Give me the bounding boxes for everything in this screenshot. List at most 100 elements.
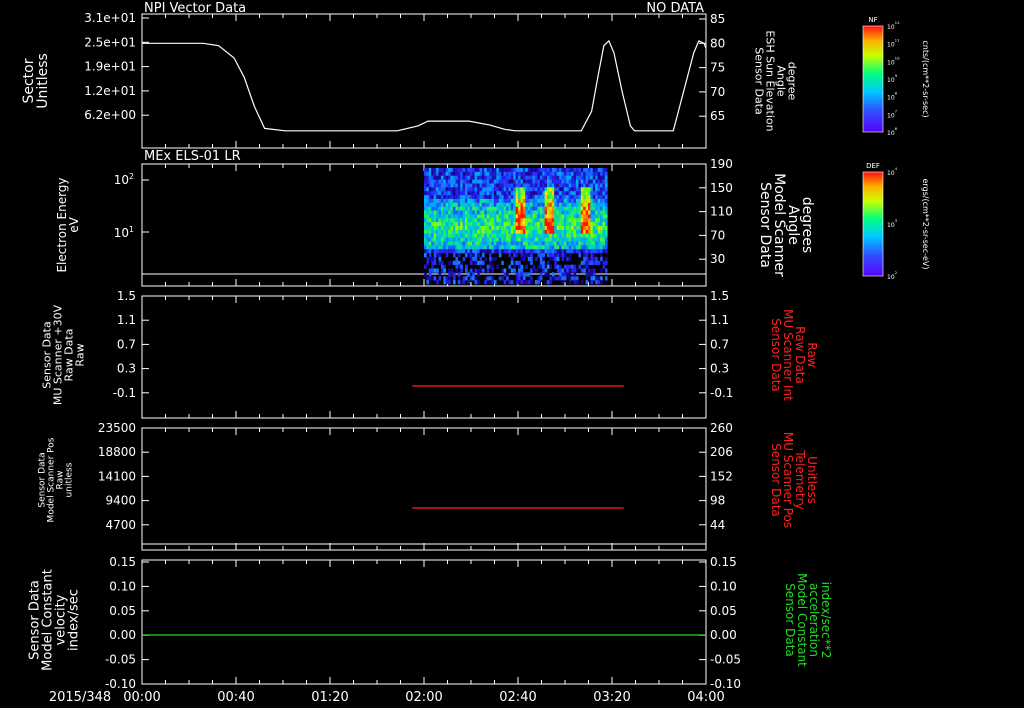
heat-cell bbox=[481, 241, 485, 246]
heat-cell bbox=[597, 175, 601, 180]
heat-cell bbox=[486, 202, 490, 207]
heat-cell bbox=[542, 214, 545, 219]
heat-cell bbox=[549, 233, 553, 238]
heat-cell bbox=[496, 245, 500, 250]
heat-cell bbox=[501, 276, 504, 281]
heat-cell bbox=[583, 218, 586, 223]
heat-cell bbox=[462, 276, 466, 281]
heat-cell bbox=[424, 233, 427, 238]
heat-cell bbox=[486, 198, 490, 204]
heat-cell bbox=[428, 171, 432, 177]
y-tick-label: 3.1e+01 bbox=[84, 11, 136, 25]
heat-cell bbox=[547, 191, 550, 196]
heat-cell bbox=[501, 183, 504, 188]
heat-cell bbox=[424, 272, 427, 277]
heat-cell bbox=[450, 183, 454, 188]
heat-cell bbox=[424, 226, 427, 231]
heat-cell bbox=[573, 280, 577, 285]
heat-cell bbox=[467, 206, 471, 211]
y-tick-label-right: 98 bbox=[710, 494, 725, 508]
heat-cell bbox=[588, 226, 591, 231]
heat-cell bbox=[575, 191, 579, 196]
heat-cell bbox=[520, 253, 524, 258]
heat-cell bbox=[450, 218, 454, 223]
heat-cell bbox=[602, 233, 606, 238]
heat-cell bbox=[585, 179, 589, 184]
heat-cell bbox=[551, 241, 555, 246]
heat-cell bbox=[588, 272, 591, 277]
heat-cell bbox=[515, 171, 519, 177]
heat-cell bbox=[542, 187, 545, 192]
heat-cell bbox=[559, 276, 562, 281]
heat-cell bbox=[549, 179, 553, 184]
heat-cell bbox=[481, 229, 485, 235]
heat-cell bbox=[554, 202, 557, 207]
heat-cell bbox=[522, 280, 526, 285]
heat-cell bbox=[568, 249, 572, 254]
heat-cell bbox=[568, 195, 572, 200]
heat-cell bbox=[568, 226, 572, 231]
heat-cell bbox=[450, 214, 454, 219]
heat-cell bbox=[583, 222, 586, 227]
heat-cell bbox=[506, 198, 509, 204]
heat-cell bbox=[431, 241, 434, 246]
heat-cell bbox=[452, 280, 456, 285]
heat-cell bbox=[532, 179, 536, 184]
heat-cell bbox=[595, 260, 598, 265]
heat-cell bbox=[568, 229, 572, 235]
heat-cell bbox=[438, 218, 442, 223]
heat-cell bbox=[513, 264, 516, 269]
heat-cell bbox=[600, 175, 603, 180]
heat-cell bbox=[588, 268, 591, 273]
heat-cell bbox=[549, 214, 553, 219]
heat-cell bbox=[493, 245, 497, 250]
heat-cell bbox=[431, 191, 434, 196]
heat-cell bbox=[465, 218, 468, 223]
heat-cell bbox=[563, 202, 567, 207]
heat-cell bbox=[474, 280, 478, 285]
heat-cell bbox=[559, 175, 562, 180]
heat-cell bbox=[426, 210, 430, 215]
heat-cell bbox=[438, 187, 442, 192]
heat-cell bbox=[426, 229, 430, 235]
heat-cell bbox=[604, 214, 608, 219]
heat-cell bbox=[467, 214, 471, 219]
heat-cell bbox=[465, 206, 468, 211]
heat-cell bbox=[559, 226, 562, 231]
heat-cell bbox=[571, 168, 574, 173]
heat-cell bbox=[472, 245, 475, 250]
heat-cell bbox=[532, 191, 536, 196]
heat-cell bbox=[592, 272, 596, 277]
heat-cell bbox=[510, 226, 514, 231]
heat-cell bbox=[563, 191, 567, 196]
heat-cell bbox=[527, 191, 531, 196]
heat-cell bbox=[506, 210, 509, 215]
heat-cell bbox=[527, 202, 531, 207]
heat-cell bbox=[493, 256, 497, 262]
heat-cell bbox=[600, 214, 603, 219]
heat-cell bbox=[600, 168, 603, 173]
colorbar-tick-label: 106 bbox=[887, 126, 898, 137]
heat-cell bbox=[522, 253, 526, 258]
heat-cell bbox=[513, 198, 516, 204]
heat-cell bbox=[573, 272, 577, 277]
heat-cell bbox=[508, 218, 512, 223]
heat-cell bbox=[443, 171, 446, 177]
heat-cell bbox=[588, 187, 591, 192]
heat-cell bbox=[457, 168, 461, 173]
heat-cell bbox=[554, 168, 557, 173]
heat-cell bbox=[433, 241, 437, 246]
heat-cell bbox=[527, 280, 531, 285]
heat-cell bbox=[532, 264, 536, 269]
heat-cell bbox=[588, 249, 591, 254]
heat-cell bbox=[455, 233, 459, 238]
colorbar-title: DEF bbox=[866, 162, 880, 170]
heat-cell bbox=[590, 222, 594, 227]
heat-cell bbox=[592, 249, 596, 254]
heat-cell bbox=[440, 268, 444, 273]
heat-cell bbox=[467, 202, 471, 207]
heat-cell bbox=[491, 179, 495, 184]
heat-cell bbox=[602, 179, 606, 184]
heat-cell bbox=[469, 179, 473, 184]
heat-cell bbox=[537, 206, 541, 211]
